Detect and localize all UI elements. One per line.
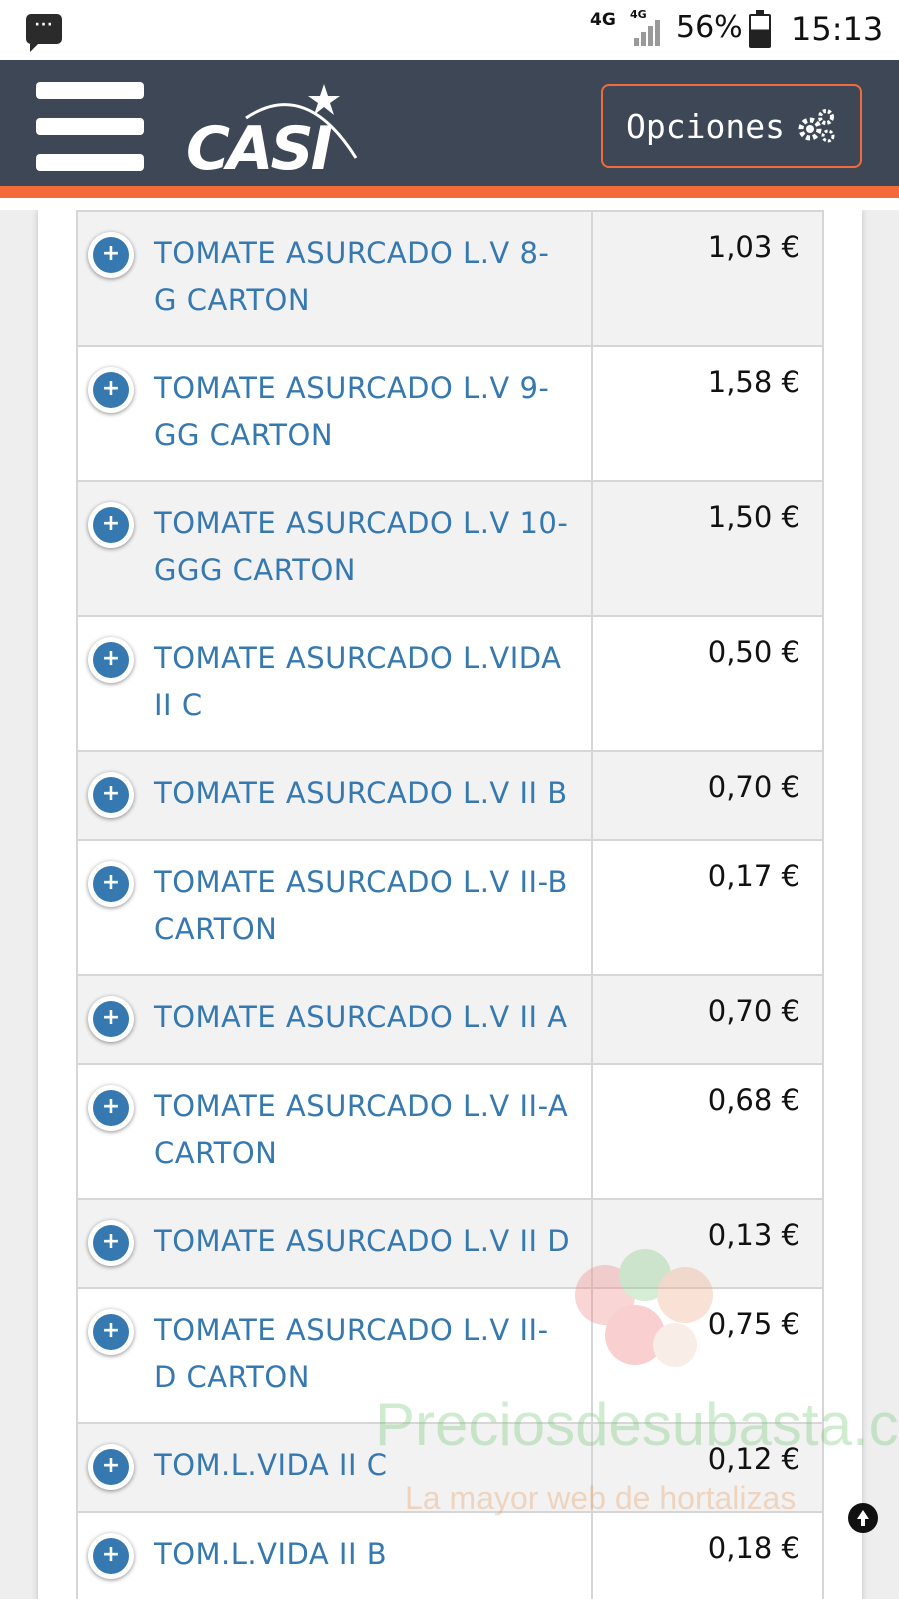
product-name[interactable]: TOMATE ASURCADO L.V II-A CARTON [154,1083,571,1177]
battery-percentage: 56% [676,10,743,45]
product-name-cell: TOMATE ASURCADO L.V II-B CARTON [76,839,593,976]
product-name[interactable]: TOMATE ASURCADO L.V 8-G CARTON [154,230,571,324]
menu-bar-icon [36,154,144,171]
app-header: CASI Opciones [0,60,899,198]
product-price: 0,17 € [590,839,825,976]
product-price: 0,68 € [590,1063,825,1200]
table-row[interactable]: TOMATE ASURCADO L.V II-D CARTON0,75 € [76,1287,825,1424]
table-row[interactable]: TOMATE ASURCADO L.V II A 0,70 € [76,974,825,1065]
product-name[interactable]: TOMATE ASURCADO L.V II A [154,994,571,1041]
product-name-cell: TOMATE ASURCADO L.V 8-G CARTON [76,210,593,347]
scroll-to-top-button[interactable] [848,1503,878,1533]
options-label: Opciones [626,106,785,146]
product-name-cell: TOMATE ASURCADO L.V 9-GG CARTON [76,345,593,482]
table-row[interactable]: TOMATE ASURCADO L.V 8-G CARTON1,03 € [76,210,825,347]
clock: 15:13 [791,10,884,48]
product-name-cell: TOMATE ASURCADO L.V II B [76,750,593,841]
product-name[interactable]: TOMATE ASURCADO L.V 9-GG CARTON [154,365,571,459]
product-name[interactable]: TOMATE ASURCADO L.V II D [154,1218,571,1265]
table-row[interactable]: TOMATE ASURCADO L.VIDA II C0,50 € [76,615,825,752]
battery-icon [749,10,771,48]
expand-plus-icon[interactable] [88,232,134,278]
hamburger-menu-button[interactable] [36,80,146,172]
table-row[interactable]: TOMATE ASURCADO L.V 9-GG CARTON1,58 € [76,345,825,482]
logo-text: CASI [186,114,333,184]
table-row[interactable]: TOMATE ASURCADO L.V II-B CARTON0,17 € [76,839,825,976]
expand-plus-icon[interactable] [88,772,134,818]
table-row[interactable]: TOMATE ASURCADO L.V II D 0,13 € [76,1198,825,1289]
product-name[interactable]: TOMATE ASURCADO L.V II-D CARTON [154,1307,571,1401]
product-name-cell: TOMATE ASURCADO L.V II-D CARTON [76,1287,593,1424]
product-name[interactable]: TOMATE ASURCADO L.VIDA II C [154,635,571,729]
price-table: TOMATE ASURCADO L.V 8-G CARTON1,03 €TOMA… [76,210,825,1599]
table-row[interactable]: TOM.L.VIDA II C 0,12 € [76,1422,825,1513]
options-button[interactable]: Opciones [601,84,862,168]
expand-plus-icon[interactable] [88,1533,134,1579]
product-name-cell: TOMATE ASURCADO L.VIDA II C [76,615,593,752]
gears-icon [798,109,835,143]
product-name-cell: TOMATE ASURCADO L.V 10-GGG CARTON [76,480,593,617]
menu-bar-icon [36,118,144,135]
content-area[interactable]: TOMATE ASURCADO L.V 8-G CARTON1,03 €TOMA… [0,210,899,1599]
casi-logo[interactable]: CASI [186,78,366,184]
message-notification-icon: ··· [26,14,62,52]
product-name[interactable]: TOM.L.VIDA II B [154,1531,571,1578]
product-name[interactable]: TOMATE ASURCADO L.V II B [154,770,571,817]
product-price: 1,03 € [590,210,825,347]
product-name[interactable]: TOMATE ASURCADO L.V II-B CARTON [154,859,571,953]
product-name-cell: TOMATE ASURCADO L.V II-A CARTON [76,1063,593,1200]
table-row[interactable]: TOMATE ASURCADO L.V 10-GGG CARTON1,50 € [76,480,825,617]
product-price: 0,75 € [590,1287,825,1424]
expand-plus-icon[interactable] [88,1444,134,1490]
expand-plus-icon[interactable] [88,367,134,413]
product-price: 0,13 € [590,1198,825,1289]
product-name-cell: TOMATE ASURCADO L.V II D [76,1198,593,1289]
expand-plus-icon[interactable] [88,1085,134,1131]
expand-plus-icon[interactable] [88,861,134,907]
expand-plus-icon[interactable] [88,502,134,548]
product-price: 0,70 € [590,750,825,841]
product-name[interactable]: TOM.L.VIDA II C [154,1442,571,1489]
signal-icon [632,16,668,46]
network-type: 4G [590,10,616,30]
expand-plus-icon[interactable] [88,1309,134,1355]
product-name[interactable]: TOMATE ASURCADO L.V 10-GGG CARTON [154,500,571,594]
expand-plus-icon[interactable] [88,996,134,1042]
expand-plus-icon[interactable] [88,637,134,683]
expand-plus-icon[interactable] [88,1220,134,1266]
table-row[interactable]: TOM.L.VIDA II B 0,18 € [76,1511,825,1599]
menu-bar-icon [36,82,144,99]
product-price: 1,50 € [590,480,825,617]
product-price: 0,70 € [590,974,825,1065]
status-bar: ··· 4G 4G 56% 15:13 [0,0,899,60]
product-price: 1,58 € [590,345,825,482]
product-price: 0,18 € [590,1511,825,1599]
product-price: 0,50 € [590,615,825,752]
product-name-cell: TOM.L.VIDA II C [76,1422,593,1513]
product-name-cell: TOM.L.VIDA II B [76,1511,593,1599]
table-row[interactable]: TOMATE ASURCADO L.V II-A CARTON0,68 € [76,1063,825,1200]
product-name-cell: TOMATE ASURCADO L.V II A [76,974,593,1065]
table-row[interactable]: TOMATE ASURCADO L.V II B 0,70 € [76,750,825,841]
product-price: 0,12 € [590,1422,825,1513]
